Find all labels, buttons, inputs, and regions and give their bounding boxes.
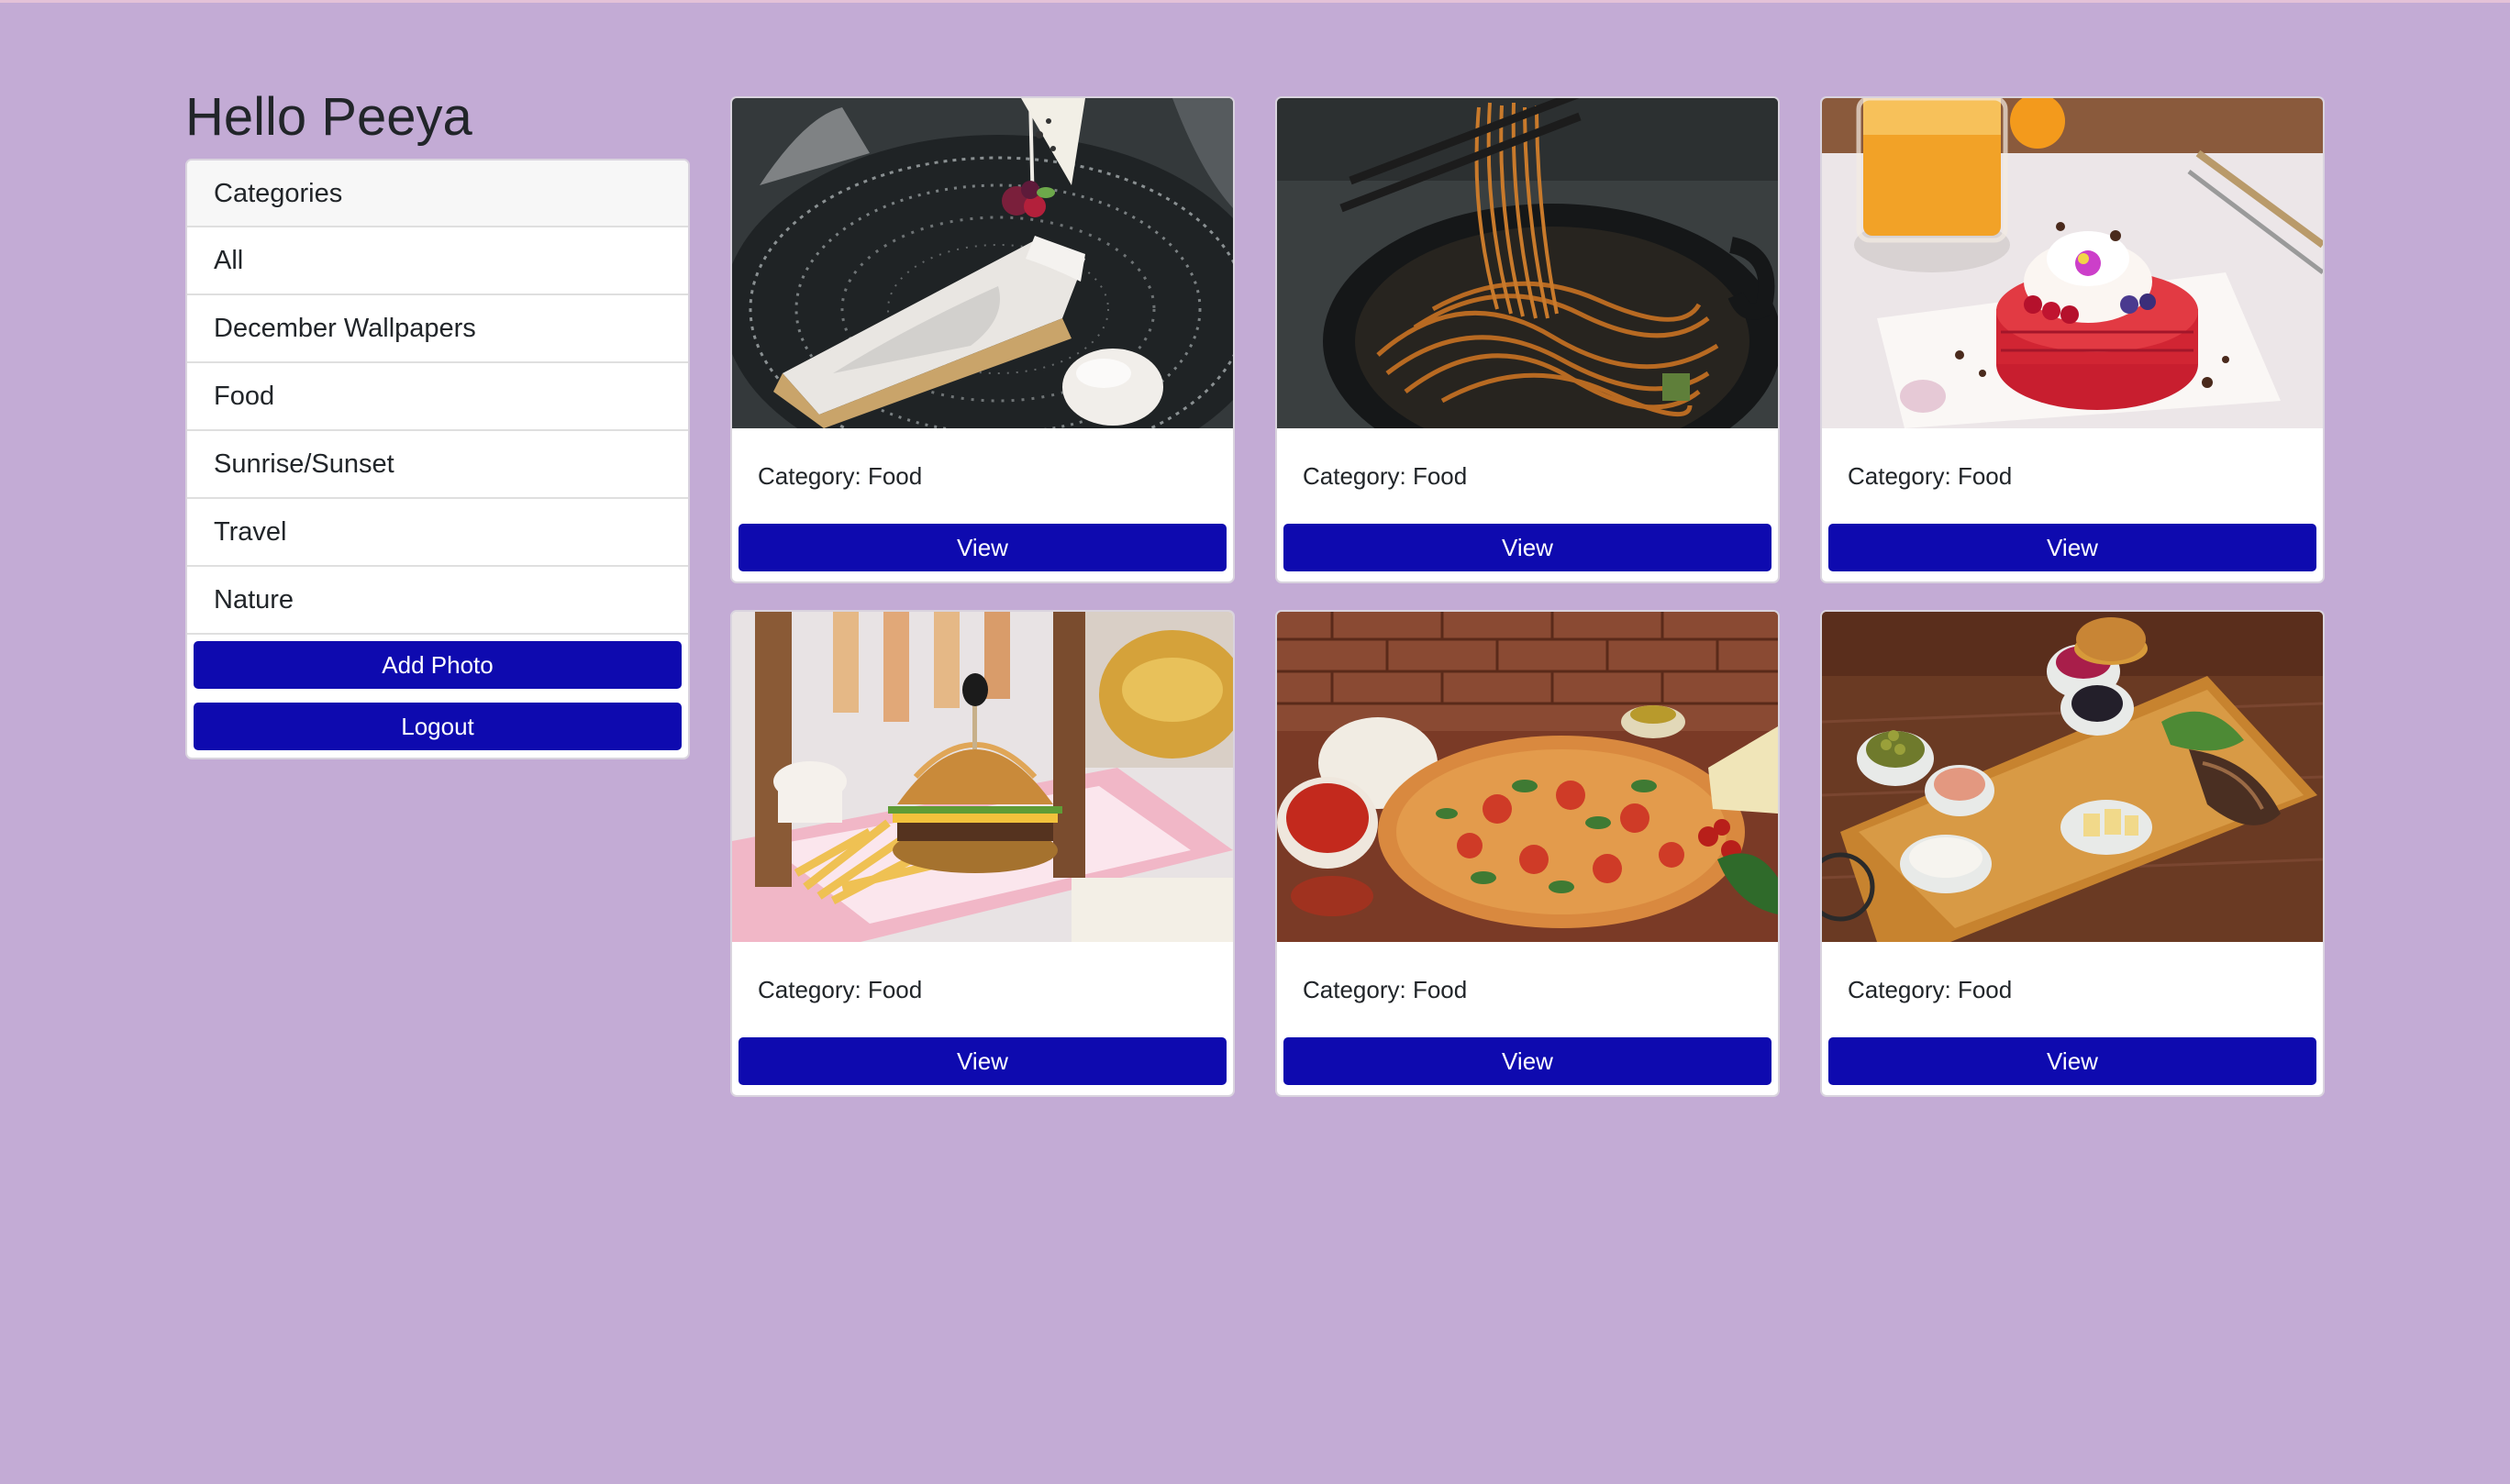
photo-appetizer-board-image (1822, 612, 2323, 942)
logout-button[interactable]: Logout (194, 703, 682, 750)
photo-category-label: Category: Food (1848, 462, 2013, 490)
photo-category-label: Category: Food (1848, 976, 2013, 1003)
category-item-nature[interactable]: Nature (187, 567, 688, 635)
category-item-all[interactable]: All (187, 227, 688, 295)
photo-card: Category: Food View (730, 96, 1235, 583)
view-button[interactable]: View (1828, 524, 2316, 571)
categories-header: Categories (187, 161, 688, 227)
photo-pizza-image (1277, 612, 1778, 942)
photo-category-label: Category: Food (1303, 976, 1468, 1003)
view-button[interactable]: View (1828, 1037, 2316, 1085)
photo-card: Category: Food View (1820, 96, 2325, 583)
category-item-december-wallpapers[interactable]: December Wallpapers (187, 295, 688, 363)
category-item-sunrise-sunset[interactable]: Sunrise/Sunset (187, 431, 688, 499)
photo-category-label: Category: Food (758, 976, 923, 1003)
view-button[interactable]: View (1283, 1037, 1771, 1085)
view-button[interactable]: View (739, 524, 1227, 571)
photo-cheesecake-image (732, 98, 1233, 428)
photo-card: Category: Food View (1275, 610, 1780, 1097)
category-item-travel[interactable]: Travel (187, 499, 688, 567)
photo-noodles-image (1277, 98, 1778, 428)
photo-pancakes-image (1822, 98, 2323, 428)
view-button[interactable]: View (1283, 524, 1771, 571)
photo-category-label: Category: Food (1303, 462, 1468, 490)
photo-category-label: Category: Food (758, 462, 923, 490)
categories-sidebar: Categories All December Wallpapers Food … (185, 159, 690, 759)
greeting-heading: Hello Peeya (185, 87, 472, 147)
view-button[interactable]: View (739, 1037, 1227, 1085)
photo-card: Category: Food View (730, 610, 1235, 1097)
add-photo-button[interactable]: Add Photo (194, 641, 682, 689)
photo-burger-image (732, 612, 1233, 942)
photo-card: Category: Food View (1820, 610, 2325, 1097)
top-border (0, 0, 2510, 3)
category-item-food[interactable]: Food (187, 363, 688, 431)
photo-card: Category: Food View (1275, 96, 1780, 583)
